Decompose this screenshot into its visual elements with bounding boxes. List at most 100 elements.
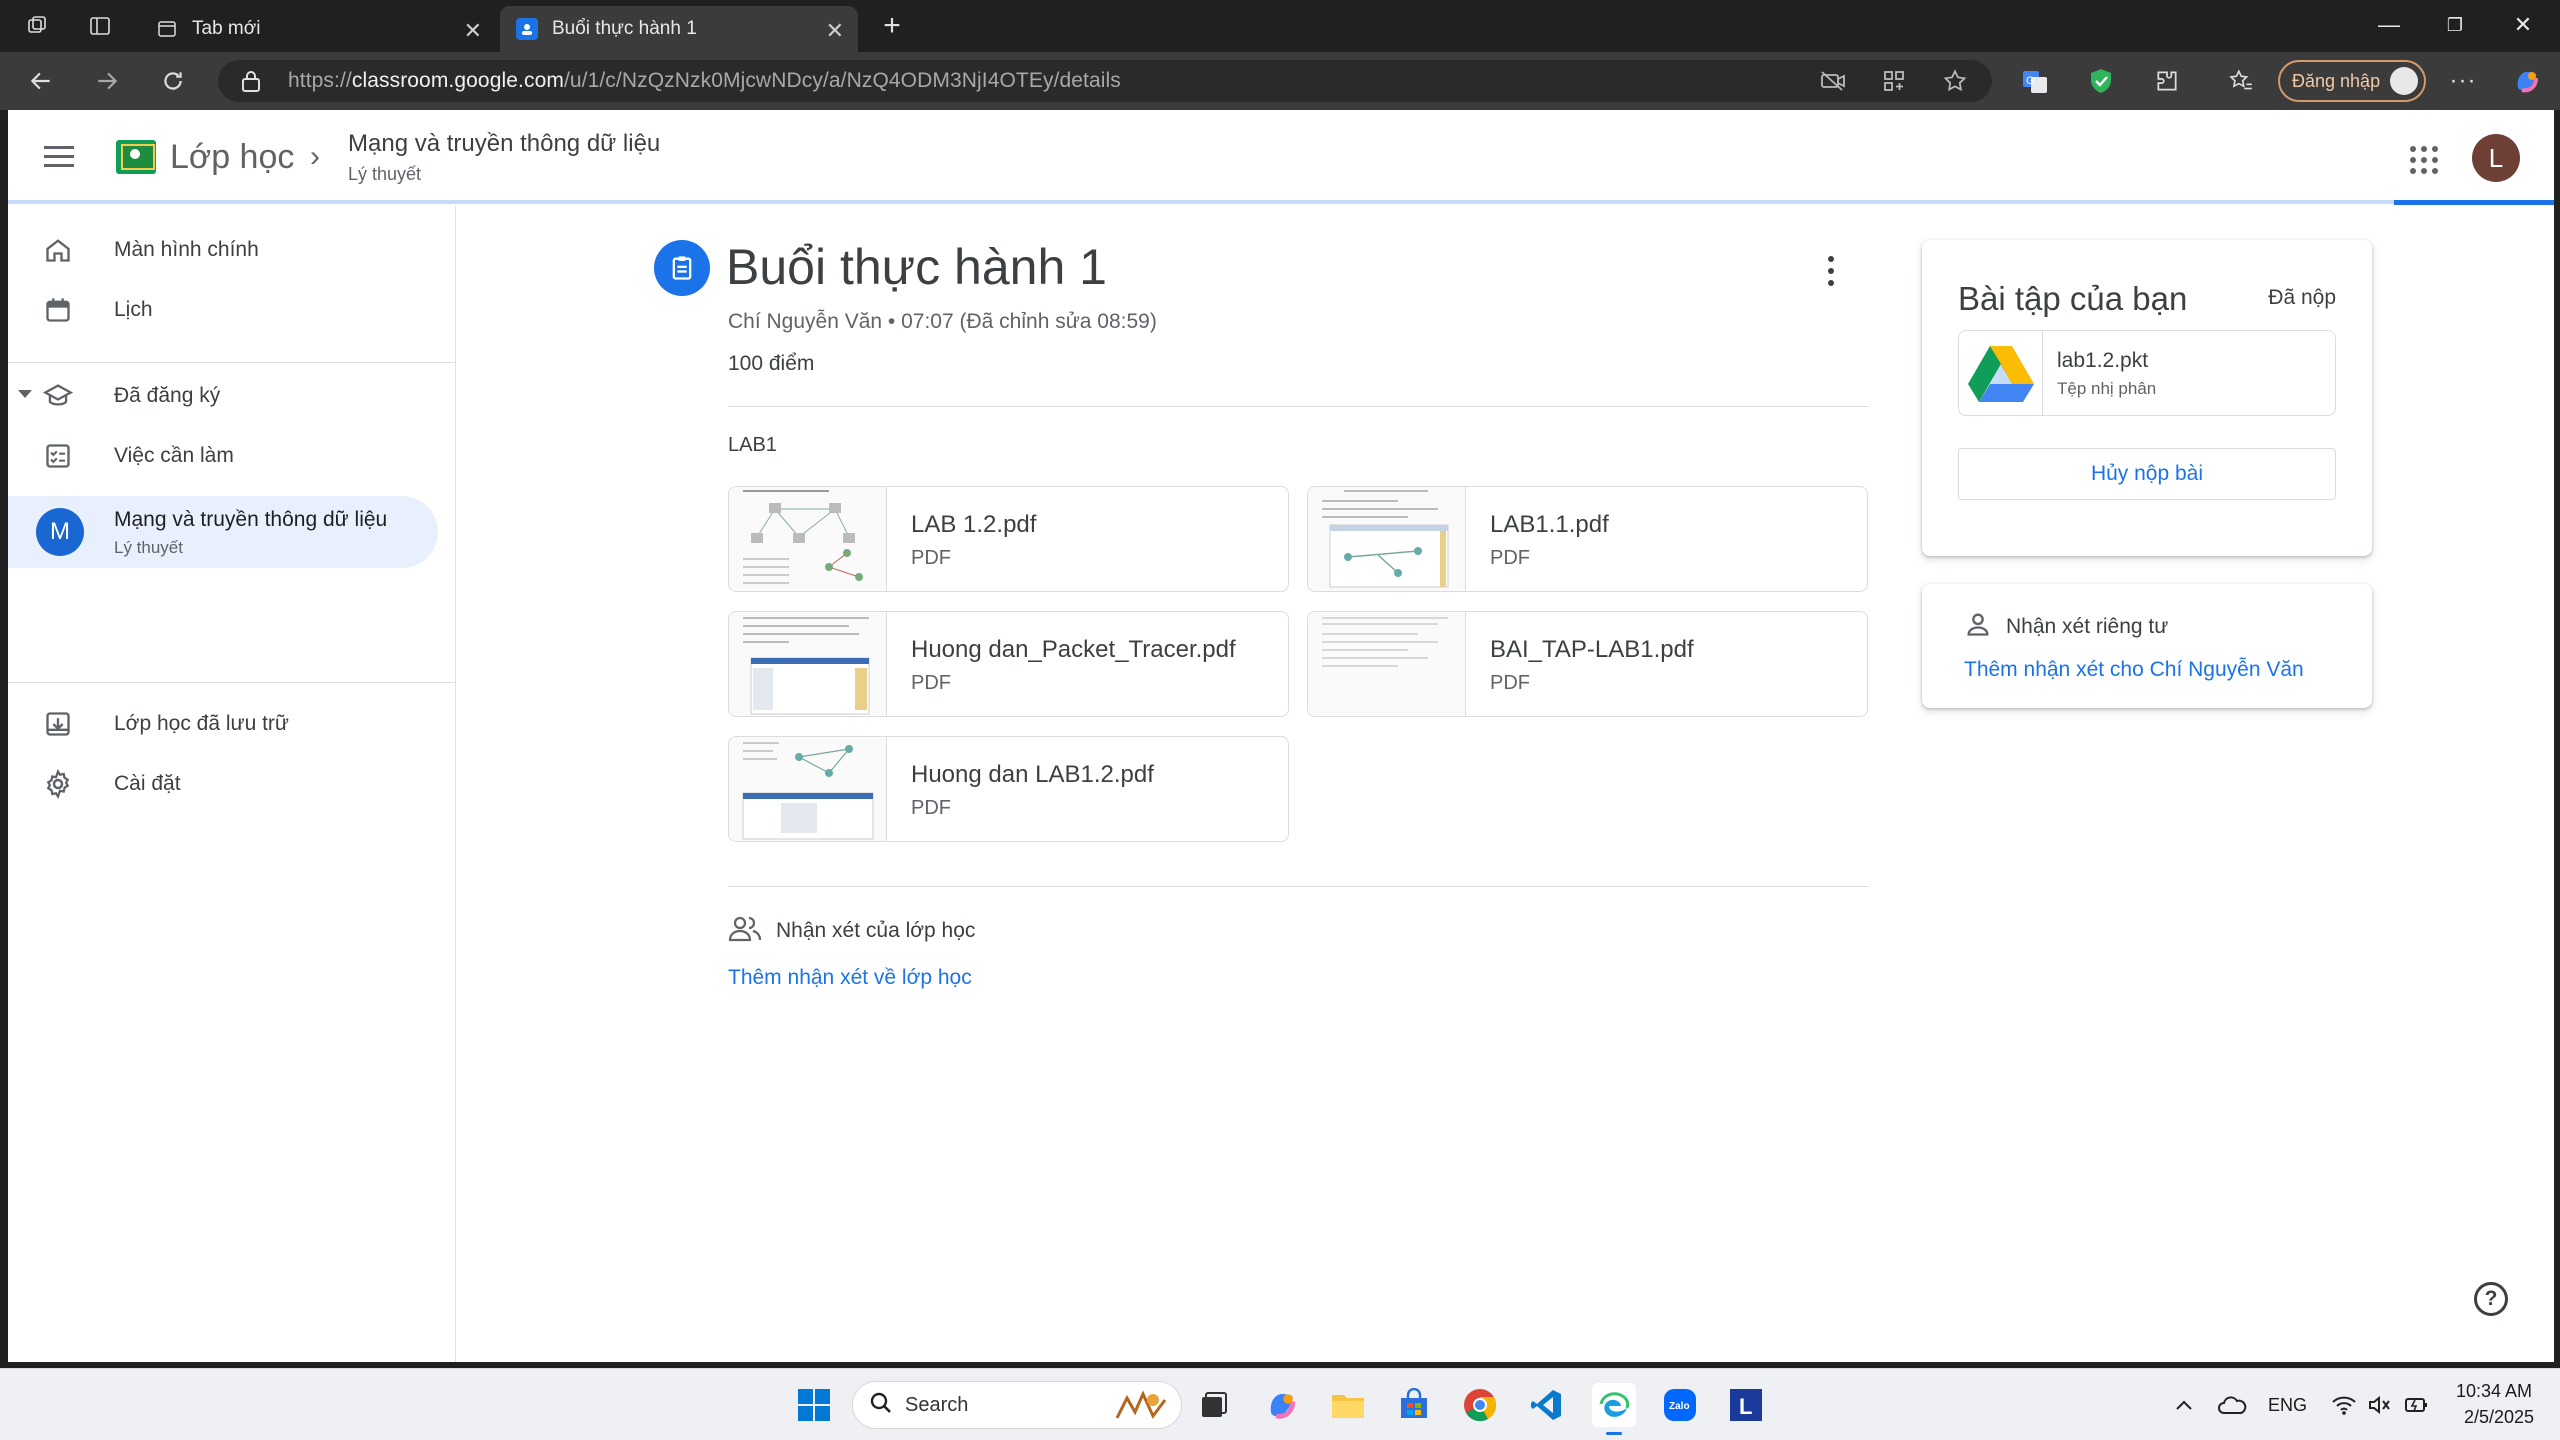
shield-icon[interactable] xyxy=(2084,64,2118,98)
sidebar-item-label: Màn hình chính xyxy=(114,238,259,261)
attachment-card[interactable]: LAB1.1.pdf PDF xyxy=(1307,486,1868,592)
your-work-title: Bài tập của bạn xyxy=(1958,280,2188,317)
private-comments-header: Nhận xét riêng tư xyxy=(1964,610,2168,643)
url-text: https://classroom.google.com/u/1/c/NzQzN… xyxy=(288,69,1121,92)
clock-time[interactable]: 10:34 AM xyxy=(2456,1381,2532,1402)
attachment-card[interactable]: Huong dan_Packet_Tracer.pdf PDF xyxy=(728,611,1289,717)
forward-icon[interactable] xyxy=(88,62,126,100)
add-class-comment-link[interactable]: Thêm nhận xét về lớp học xyxy=(728,966,972,990)
window-close-icon[interactable]: ✕ xyxy=(2490,0,2556,50)
new-tab-plus-icon[interactable]: + xyxy=(876,9,908,42)
brand-label[interactable]: Lớp học xyxy=(170,138,294,177)
task-view-icon[interactable] xyxy=(1192,1383,1236,1427)
sidebar-item-course[interactable]: M Mạng và truyền thông dữ liệu Lý thuyết xyxy=(8,496,438,568)
close-icon[interactable]: ✕ xyxy=(826,18,844,44)
battery-icon[interactable] xyxy=(2394,1383,2438,1427)
sidebar-item-calendar[interactable]: Lịch xyxy=(8,280,438,340)
sidebar-item-home[interactable]: Màn hình chính xyxy=(8,220,438,280)
breadcrumb-class-title[interactable]: Mạng và truyền thông dữ liệu xyxy=(348,130,660,158)
store-icon[interactable] xyxy=(1392,1383,1436,1427)
lock-icon[interactable] xyxy=(240,69,262,98)
divider xyxy=(728,886,1868,887)
chrome-icon[interactable] xyxy=(1458,1383,1502,1427)
tab-classroom[interactable]: Buổi thực hành 1 ✕ xyxy=(500,6,858,52)
person-icon xyxy=(1964,610,1992,643)
browser-tab-strip: Tab mới ✕ Buổi thực hành 1 ✕ + — ❐ ✕ xyxy=(0,0,2560,52)
sidebar-item-todo[interactable]: Việc cần làm xyxy=(8,426,438,486)
user-avatar[interactable]: L xyxy=(2472,134,2520,182)
tab-new-tab[interactable]: Tab mới ✕ xyxy=(140,6,496,52)
onedrive-icon[interactable] xyxy=(2210,1383,2254,1427)
pdf-thumbnail xyxy=(1308,487,1466,591)
more-menu-icon[interactable]: ··· xyxy=(2446,64,2480,98)
workspaces-icon[interactable] xyxy=(22,10,54,42)
l-app-icon[interactable]: L xyxy=(1724,1383,1768,1427)
copilot-icon[interactable] xyxy=(2510,64,2544,98)
attachment-card[interactable]: LAB 1.2.pdf PDF xyxy=(728,486,1289,592)
more-vert-icon[interactable] xyxy=(1828,256,1836,286)
svg-text:G: G xyxy=(2026,75,2035,87)
extensions-icon[interactable] xyxy=(2150,64,2184,98)
main-menu-icon[interactable] xyxy=(42,140,76,174)
sidebar-divider xyxy=(8,362,456,363)
sidebar: Màn hình chính Lịch Đã đăng ký Việc cần … xyxy=(8,206,456,1362)
vertical-tabs-icon[interactable] xyxy=(84,10,116,42)
add-private-comment-link[interactable]: Thêm nhận xét cho Chí Nguyễn Văn xyxy=(1964,658,2304,682)
copilot-app-icon[interactable] xyxy=(1260,1383,1304,1427)
expand-caret-icon[interactable] xyxy=(18,390,32,398)
sidebar-item-settings[interactable]: Cài đặt xyxy=(8,754,438,814)
attachment-name: LAB1.1.pdf xyxy=(1490,511,1609,538)
course-avatar: M xyxy=(36,508,84,556)
attachment-name: BAI_TAP-LAB1.pdf xyxy=(1490,636,1694,663)
taskbar-search[interactable]: Search xyxy=(852,1381,1182,1429)
sidebar-item-archived[interactable]: Lớp học đã lưu trữ xyxy=(8,694,438,754)
assignment-points: 100 điểm xyxy=(728,352,815,375)
language-indicator[interactable]: ENG xyxy=(2268,1395,2307,1416)
close-icon[interactable]: ✕ xyxy=(464,18,482,44)
file-explorer-icon[interactable] xyxy=(1326,1383,1370,1427)
back-icon[interactable] xyxy=(22,62,60,100)
attachment-card[interactable]: BAI_TAP-LAB1.pdf PDF xyxy=(1307,611,1868,717)
edge-icon[interactable] xyxy=(1592,1383,1636,1435)
sidebar-item-label: Việc cần làm xyxy=(114,444,234,467)
zalo-icon[interactable]: Zalo xyxy=(1658,1383,1702,1427)
clock-date[interactable]: 2/5/2025 xyxy=(2464,1407,2534,1428)
windows-start-icon[interactable] xyxy=(792,1383,836,1427)
home-icon xyxy=(42,234,74,266)
attachment-card[interactable]: Huong dan LAB1.2.pdf PDF xyxy=(728,736,1289,842)
classroom-header: Lớp học › Mạng và truyền thông dữ liệu L… xyxy=(8,110,2554,206)
archive-icon xyxy=(42,708,74,740)
chevron-right-icon: › xyxy=(310,140,320,173)
submitted-file-card[interactable]: lab1.2.pkt Tệp nhị phân xyxy=(1958,330,2336,416)
your-work-card: Bài tập của bạn Đã nộp lab1.2.pkt Tệp nh… xyxy=(1922,240,2372,556)
google-apps-icon[interactable] xyxy=(2410,146,2438,174)
app-available-icon[interactable] xyxy=(1882,69,1906,98)
attachment-name: LAB 1.2.pdf xyxy=(911,511,1037,538)
browser-toolbar: https://classroom.google.com/u/1/c/NzQzN… xyxy=(0,52,2560,110)
chevron-up-icon[interactable] xyxy=(2162,1383,2206,1427)
class-comments-header: Nhận xét của lớp học xyxy=(728,914,975,947)
pdf-thumbnail xyxy=(1308,612,1466,716)
restore-icon[interactable]: ❐ xyxy=(2422,0,2488,50)
favorites-icon[interactable] xyxy=(2224,64,2258,98)
sign-in-button[interactable]: Đăng nhập xyxy=(2278,60,2426,102)
classroom-logo-icon[interactable] xyxy=(116,140,156,174)
tab-label: Tab mới xyxy=(192,18,261,39)
refresh-icon[interactable] xyxy=(154,62,192,100)
favorite-star-icon[interactable] xyxy=(1942,68,1968,99)
camera-off-icon[interactable] xyxy=(1820,69,1846,98)
pdf-thumbnail xyxy=(729,487,887,591)
svg-text:Zalo: Zalo xyxy=(1669,1401,1690,1412)
unsubmit-button[interactable]: Hủy nộp bài xyxy=(1958,448,2336,500)
attachment-type: PDF xyxy=(911,547,951,569)
vscode-icon[interactable] xyxy=(1524,1383,1568,1427)
help-icon[interactable]: ? xyxy=(2474,1282,2508,1316)
address-bar[interactable]: https://classroom.google.com/u/1/c/NzQzN… xyxy=(218,60,1992,102)
sidebar-item-enrolled[interactable]: Đã đăng ký xyxy=(8,366,438,426)
submitted-file-name: lab1.2.pkt xyxy=(2057,349,2149,372)
minimize-icon[interactable]: — xyxy=(2356,0,2422,50)
submitted-file-type: Tệp nhị phân xyxy=(2057,379,2157,398)
people-icon xyxy=(728,914,762,947)
translate-icon[interactable]: G xyxy=(2018,64,2052,98)
search-icon xyxy=(869,1391,893,1420)
